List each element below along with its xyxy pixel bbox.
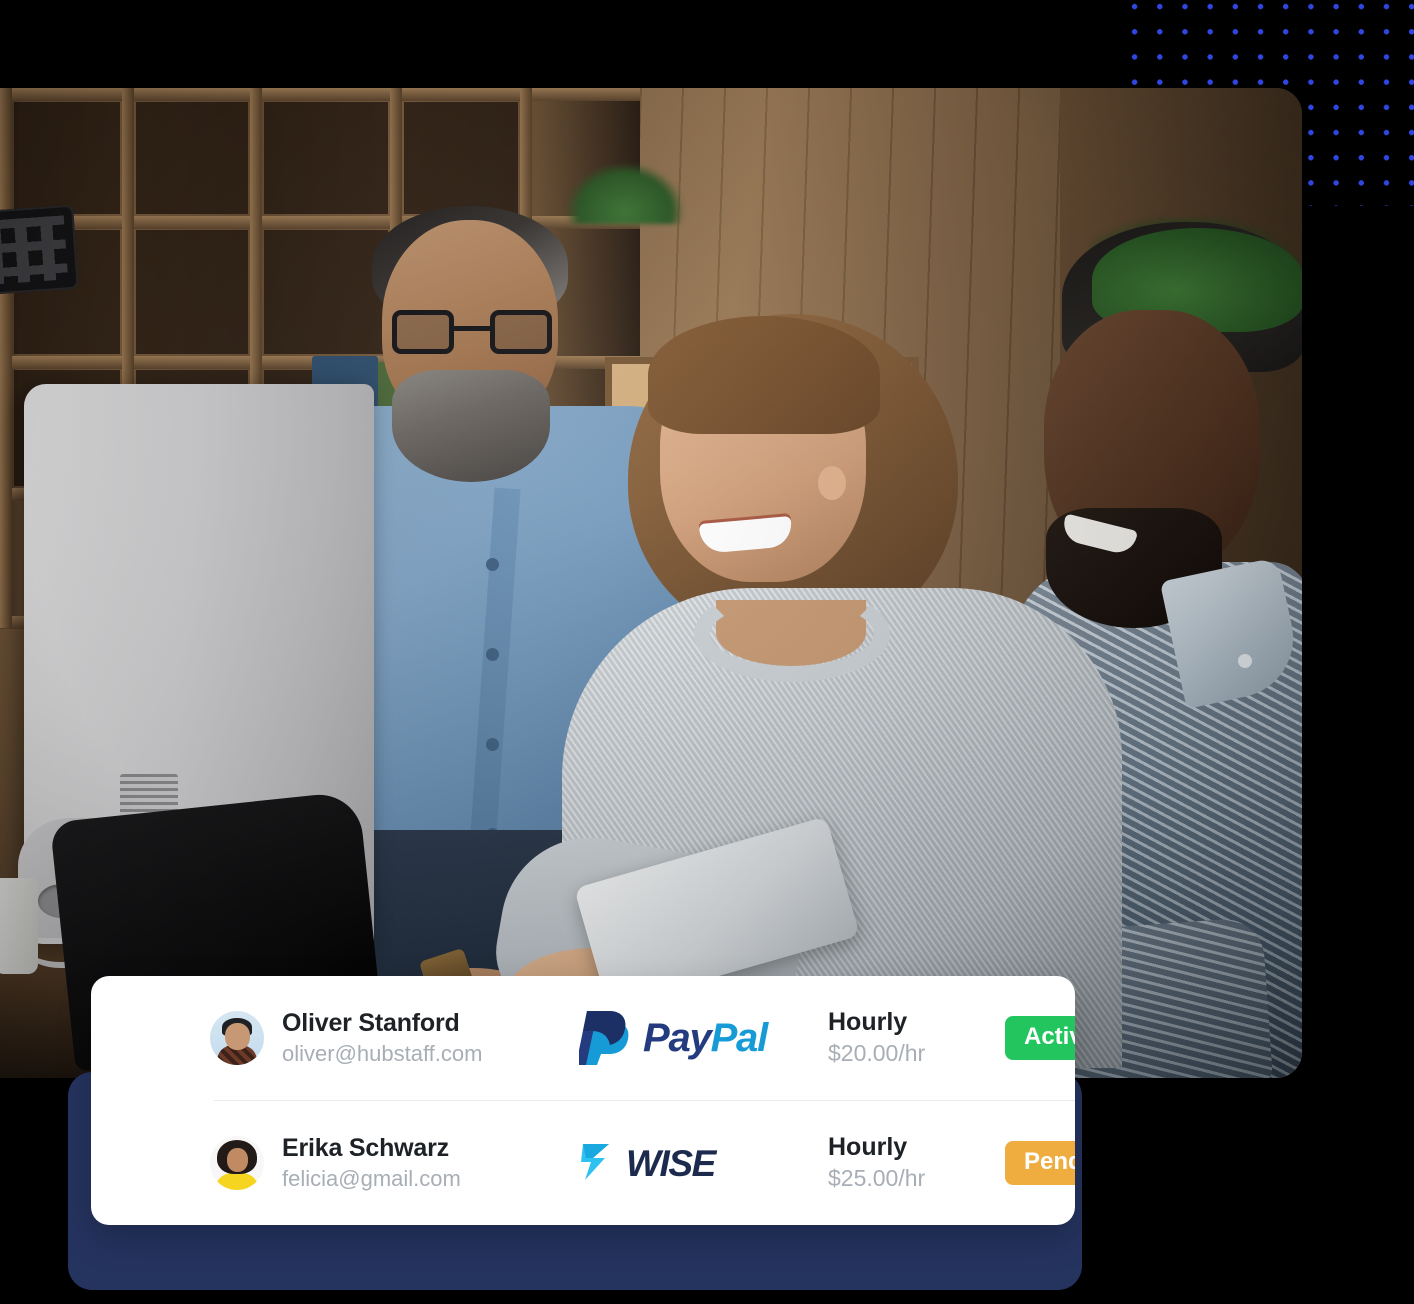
rate-cell: Hourly $25.00/hr	[828, 1132, 926, 1192]
status-cell: Pending	[1005, 1141, 1075, 1185]
avatar	[210, 1135, 264, 1190]
sweater-collar	[694, 586, 890, 682]
person-beard	[392, 370, 550, 482]
cup	[0, 878, 38, 974]
paypal-text-secondary: Pal	[710, 1016, 769, 1060]
member-cell: Oliver Stanford oliver@hubstaff.com	[210, 1009, 482, 1066]
status-cell: Active	[1005, 1016, 1075, 1060]
member-email: oliver@hubstaff.com	[282, 1041, 483, 1067]
member-name: Erika Schwarz	[282, 1134, 449, 1163]
shelf-plant-icon	[565, 162, 685, 224]
member-email: felicia@gmail.com	[282, 1166, 461, 1192]
rate-type: Hourly	[828, 1007, 908, 1036]
status-badge[interactable]: Active	[1005, 1016, 1075, 1060]
wise-text-secondary: SE	[668, 1142, 716, 1184]
collar-button	[1238, 654, 1252, 668]
table-row[interactable]: Oliver Stanford oliver@hubstaff.com PayP…	[91, 976, 1075, 1100]
hero-photo	[0, 88, 1302, 1078]
person-center-hair-top	[648, 316, 880, 434]
payment-method-cell: PayPal	[579, 1009, 789, 1067]
member-cell: Erika Schwarz felicia@gmail.com	[210, 1134, 461, 1191]
rate-amount: $25.00/hr	[828, 1165, 926, 1192]
status-badge[interactable]: Pending	[1005, 1141, 1075, 1185]
office-team-photo	[0, 88, 1302, 1078]
paypal-logo-icon: PayPal	[579, 1009, 769, 1067]
person-center-ear	[818, 466, 846, 500]
table-row[interactable]: Erika Schwarz felicia@gmail.com WISE Hou…	[91, 1101, 1075, 1225]
glasses-icon	[392, 310, 552, 354]
rate-type: Hourly	[828, 1132, 908, 1161]
wise-text-primary: WI	[626, 1142, 670, 1184]
wise-logo-icon: WISE	[579, 1140, 716, 1186]
payment-method-cell: WISE	[579, 1140, 789, 1186]
phone-keypad	[0, 204, 79, 296]
payments-card: Oliver Stanford oliver@hubstaff.com PayP…	[91, 976, 1075, 1225]
rate-cell: Hourly $20.00/hr	[828, 1007, 926, 1067]
rate-amount: $20.00/hr	[828, 1040, 926, 1067]
member-name: Oliver Stanford	[282, 1009, 460, 1038]
paypal-text-primary: Pay	[643, 1016, 712, 1060]
avatar	[210, 1010, 264, 1065]
